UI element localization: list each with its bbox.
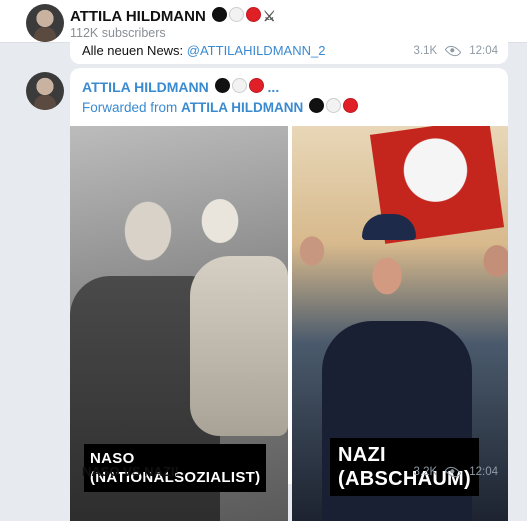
mention-link[interactable]: @ATTILAHILDMANN_2 xyxy=(187,43,326,58)
crossed-swords-icon: ⚔ xyxy=(262,8,276,24)
forwarded-source[interactable]: ATTILA HILDMANN xyxy=(181,100,303,115)
red-circle-emoji xyxy=(245,7,261,22)
eye-icon xyxy=(444,42,462,60)
channel-avatar[interactable] xyxy=(26,4,64,42)
previous-message-text: Alle neuen News: @ATTILAHILDMANN_2 xyxy=(82,43,325,58)
red-circle-emoji xyxy=(248,78,264,93)
message-bubble[interactable]: ATTILA HILDMANN ... Forwarded from ATTIL… xyxy=(70,68,508,521)
message-time: 12:04 xyxy=(469,466,498,478)
red-circle-emoji xyxy=(343,98,359,113)
message-meta: 3.2K 12:04 xyxy=(413,463,498,481)
right-caption-line1: NAZI xyxy=(338,444,386,466)
channel-title-text: ATTILA HILDMANN xyxy=(70,8,206,25)
channel-header[interactable]: ATTILA HILDMANN ⚔ 112K subscribers xyxy=(0,0,527,43)
view-count: 3.1K xyxy=(413,45,438,57)
forwarded-prefix: Forwarded from xyxy=(82,100,182,115)
previous-message-prefix: Alle neuen News: xyxy=(82,43,187,58)
channel-title: ATTILA HILDMANN ⚔ xyxy=(70,7,276,25)
forwarded-from[interactable]: Forwarded from ATTILA HILDMANN xyxy=(82,98,359,115)
author-avatar[interactable] xyxy=(26,72,64,110)
author-name-suffix: ... xyxy=(267,79,280,95)
white-circle-emoji xyxy=(326,98,342,113)
previous-message[interactable]: Alle neuen News: @ATTILAHILDMANN_2 3.1K … xyxy=(70,38,508,64)
photo-right[interactable]: NAZI (ABSCHAUM) xyxy=(292,126,508,521)
previous-message-meta: 3.1K 12:04 xyxy=(413,42,498,60)
author-name-text: ATTILA HILDMANN xyxy=(82,79,209,95)
black-circle-emoji xyxy=(309,98,325,113)
message-text: NASO VS NAZI! xyxy=(82,464,179,479)
message-time: 12:04 xyxy=(469,45,498,57)
child-figure xyxy=(190,256,288,436)
author-name[interactable]: ATTILA HILDMANN ... xyxy=(82,78,279,95)
white-circle-emoji xyxy=(228,7,244,22)
view-count: 3.2K xyxy=(413,466,438,478)
photo-left[interactable]: NASO (NATIONALSOZIALIST) xyxy=(70,126,288,521)
white-circle-emoji xyxy=(231,78,247,93)
black-circle-emoji xyxy=(214,78,230,93)
black-circle-emoji xyxy=(211,7,227,22)
eye-icon xyxy=(444,463,462,481)
